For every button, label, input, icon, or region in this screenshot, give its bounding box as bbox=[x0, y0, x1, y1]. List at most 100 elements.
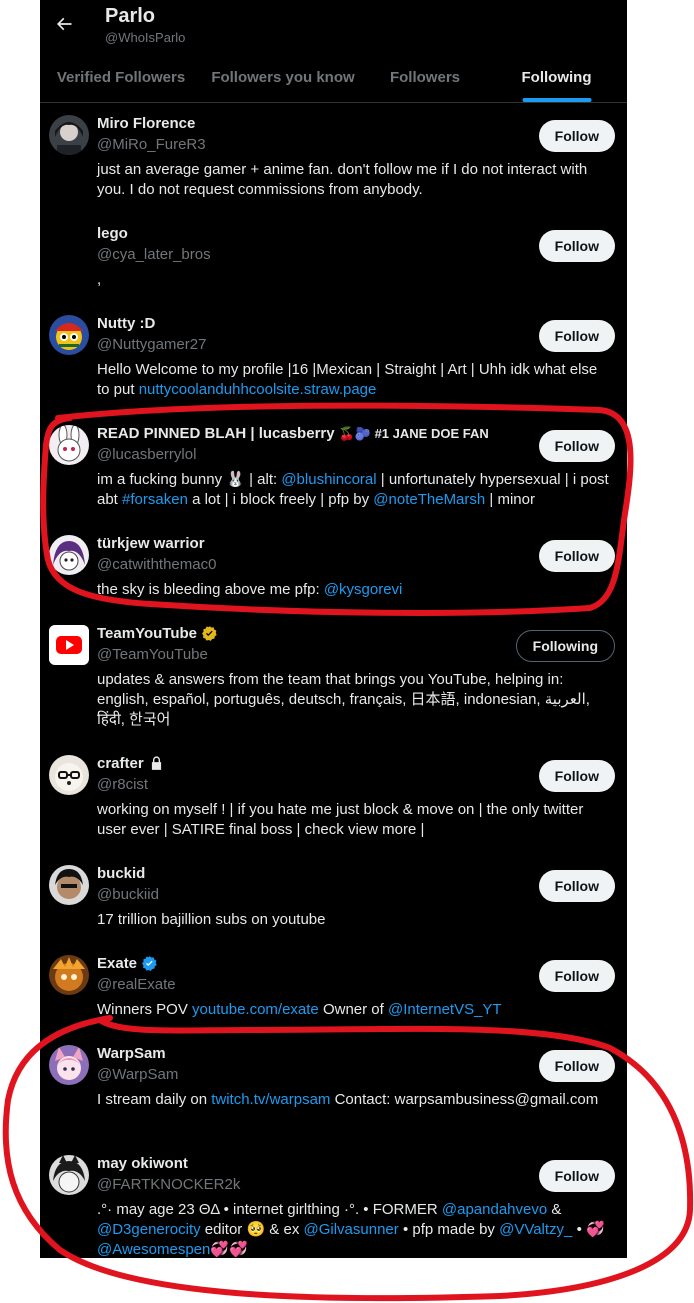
user-cell[interactable]: Miro Florence @MiRo_FureR3 Follow just a… bbox=[40, 103, 627, 213]
bio-mention[interactable]: @blushincoral bbox=[281, 471, 376, 488]
username[interactable]: @WarpSam bbox=[97, 1066, 178, 1083]
display-name-suffix: 🍒🫐 #1 JANE DOE FAN bbox=[338, 425, 489, 441]
tab-followers-you-know[interactable]: Followers you know bbox=[202, 52, 364, 102]
username[interactable]: @realExate bbox=[97, 976, 176, 993]
username[interactable]: @cya_later_bros bbox=[97, 246, 211, 263]
display-name[interactable]: buckid bbox=[97, 865, 145, 882]
username[interactable]: @r8cist bbox=[97, 776, 148, 793]
user-cell[interactable]: buckid @buckiid Follow 17 trillion bajil… bbox=[40, 853, 627, 943]
bio-mention[interactable]: @Awesomespen bbox=[97, 1241, 210, 1258]
tab-label: Verified Followers bbox=[56, 68, 186, 86]
bio-text: editor 🥺 & ex bbox=[200, 1221, 304, 1238]
user-cell[interactable]: Exate @realExate Follow Winners POV yout… bbox=[40, 943, 627, 1033]
bio: Winners POV youtube.com/exate Owner of @… bbox=[97, 1000, 612, 1020]
tab-verified-followers[interactable]: Verified Followers bbox=[40, 52, 202, 102]
bio-hashtag[interactable]: #forsaken bbox=[122, 491, 188, 508]
avatar[interactable] bbox=[49, 535, 89, 575]
avatar[interactable] bbox=[49, 225, 89, 265]
bio-link[interactable]: nuttycoolanduhhcoolsite.straw.page bbox=[139, 381, 377, 398]
display-name[interactable]: Exate bbox=[97, 955, 137, 972]
user-cell[interactable]: crafter @r8cist Follow working on myself… bbox=[40, 743, 627, 853]
bio-mention[interactable]: @InternetVS_YT bbox=[388, 1001, 502, 1018]
bio-link[interactable]: youtube.com/exate bbox=[192, 1001, 319, 1018]
bio: .°· may age 23 ΘΔ • internet girlthing ·… bbox=[97, 1200, 612, 1258]
avatar[interactable] bbox=[49, 1045, 89, 1085]
bio-text: .°· may age 23 ΘΔ • internet girlthing ·… bbox=[97, 1201, 442, 1218]
bio-mention[interactable]: @apandahvevo bbox=[442, 1201, 547, 1218]
avatar[interactable] bbox=[49, 625, 89, 665]
display-name[interactable]: TeamYouTube bbox=[97, 625, 197, 642]
bio-mention[interactable]: @VValtzy_ bbox=[499, 1221, 572, 1238]
tab-label: Following bbox=[521, 68, 592, 86]
following-button[interactable]: Following bbox=[515, 630, 615, 662]
display-name[interactable]: READ PINNED BLAH | lucasberry bbox=[97, 425, 335, 442]
profile-header: Parlo @WhoIsParlo bbox=[40, 0, 627, 52]
bio-mention[interactable]: @D3generocity bbox=[97, 1221, 201, 1238]
tab-label: Followers bbox=[389, 68, 460, 86]
display-name[interactable]: crafter bbox=[97, 755, 144, 772]
bio-text: • pfp made by bbox=[398, 1221, 500, 1238]
avatar[interactable] bbox=[49, 425, 89, 465]
bio-text: I stream daily on bbox=[97, 1091, 212, 1108]
bio-mention[interactable]: @noteTheMarsh bbox=[373, 491, 485, 508]
follow-button[interactable]: Follow bbox=[538, 120, 615, 152]
follow-button[interactable]: Follow bbox=[538, 870, 615, 902]
username[interactable]: @MiRo_FureR3 bbox=[97, 136, 206, 153]
display-name[interactable]: Nutty :D bbox=[97, 315, 155, 332]
follow-button[interactable]: Follow bbox=[538, 430, 615, 462]
user-cell[interactable]: WarpSam @WarpSam Follow I stream daily o… bbox=[40, 1033, 627, 1143]
follow-button[interactable]: Follow bbox=[538, 1050, 615, 1082]
bio-text: & bbox=[547, 1201, 562, 1218]
follow-button[interactable]: Follow bbox=[538, 760, 615, 792]
bio-mention[interactable]: @kysgorevi bbox=[324, 581, 403, 598]
lock-icon bbox=[151, 756, 161, 770]
active-tab-indicator bbox=[522, 98, 591, 102]
username[interactable]: @Nuttygamer27 bbox=[97, 336, 206, 353]
bio-text: Winners POV bbox=[97, 1001, 193, 1018]
avatar[interactable] bbox=[49, 115, 89, 155]
display-name[interactable]: may okiwont bbox=[97, 1155, 188, 1172]
bio: the sky is bleeding above me pfp: @kysgo… bbox=[97, 580, 612, 600]
bio: I stream daily on twitch.tv/warpsam Cont… bbox=[97, 1090, 612, 1110]
follow-button[interactable]: Follow bbox=[538, 960, 615, 992]
user-cell[interactable]: türkjew warrior @catwiththemac0 Follow t… bbox=[40, 523, 627, 613]
follow-button[interactable]: Follow bbox=[538, 540, 615, 572]
user-cell[interactable]: READ PINNED BLAH | lucasberry 🍒🫐 #1 JANE … bbox=[40, 413, 627, 523]
tab-following[interactable]: Following bbox=[486, 52, 627, 102]
back-button[interactable] bbox=[46, 6, 82, 42]
follow-button[interactable]: Follow bbox=[538, 230, 615, 262]
avatar[interactable] bbox=[49, 955, 89, 995]
user-cell[interactable]: may okiwont @FARTKNOCKER2k Follow .°· ma… bbox=[40, 1143, 627, 1258]
username[interactable]: @buckiid bbox=[97, 886, 159, 903]
bio: updates & answers from the team that bri… bbox=[97, 670, 612, 730]
avatar[interactable] bbox=[49, 865, 89, 905]
tab-followers[interactable]: Followers bbox=[364, 52, 486, 102]
follow-button[interactable]: Follow bbox=[538, 1160, 615, 1192]
avatar[interactable] bbox=[49, 755, 89, 795]
bio-text: , bbox=[97, 271, 102, 288]
bio: just an average gamer + anime fan. don't… bbox=[97, 160, 612, 200]
username[interactable]: @TeamYouTube bbox=[97, 646, 208, 663]
bio-text: Contact: warpsambusiness@gmail.com bbox=[330, 1091, 599, 1108]
bio-text: the sky is bleeding above me pfp: bbox=[97, 581, 324, 598]
bio-text: just an average gamer + anime fan. don't… bbox=[97, 161, 588, 198]
display-name[interactable]: türkjew warrior bbox=[97, 535, 205, 552]
bio: , bbox=[97, 270, 612, 290]
display-name[interactable]: lego bbox=[97, 225, 128, 242]
username[interactable]: @lucasberrylol bbox=[97, 446, 196, 463]
bio-link[interactable]: twitch.tv/warpsam bbox=[211, 1091, 330, 1108]
bio-mention[interactable]: @Gilvasunner bbox=[304, 1221, 399, 1238]
tab-label: Followers you know bbox=[211, 68, 355, 86]
bio: working on myself ! | if you hate me jus… bbox=[97, 800, 612, 840]
user-cell[interactable]: Nutty :D @Nuttygamer27 Follow Hello Welc… bbox=[40, 303, 627, 413]
follow-button[interactable]: Follow bbox=[538, 320, 615, 352]
bio-text: updates & answers from the team that bri… bbox=[97, 671, 590, 728]
username[interactable]: @catwiththemac0 bbox=[97, 556, 216, 573]
display-name[interactable]: Miro Florence bbox=[97, 115, 195, 132]
avatar[interactable] bbox=[49, 1155, 89, 1195]
user-cell[interactable]: lego @cya_later_bros Follow , bbox=[40, 213, 627, 303]
display-name[interactable]: WarpSam bbox=[97, 1045, 166, 1062]
avatar[interactable] bbox=[49, 315, 89, 355]
username[interactable]: @FARTKNOCKER2k bbox=[97, 1176, 240, 1193]
user-cell[interactable]: TeamYouTube @TeamYouTube Following updat… bbox=[40, 613, 627, 743]
